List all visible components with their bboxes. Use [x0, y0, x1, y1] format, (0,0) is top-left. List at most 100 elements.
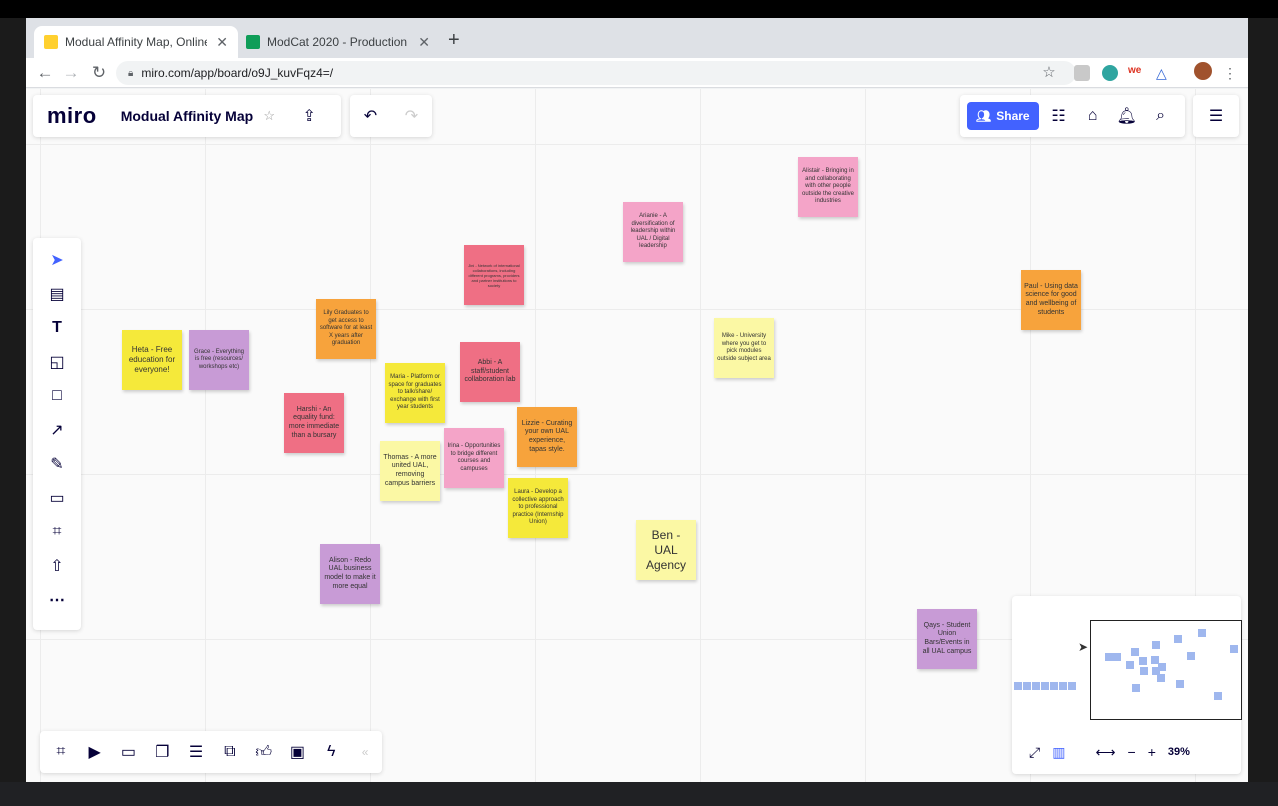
- select-icon[interactable]: ➤: [43, 246, 71, 274]
- star-icon[interactable]: ☆: [255, 102, 283, 130]
- users-icon: 👥︎: [976, 109, 992, 123]
- address-bar-row: ← → ↻ 🔒︎ miro.com/app/board/o9J_kuvFqz4=…: [26, 58, 1248, 88]
- sticky-note[interactable]: Lizzie - Curating your own UAL experienc…: [517, 407, 577, 467]
- minimap-item: [1176, 680, 1184, 688]
- bell-icon[interactable]: 🔔︎: [1113, 102, 1141, 130]
- comment-icon[interactable]: ▭: [43, 484, 71, 512]
- sticky-note[interactable]: Grace - Everything is free (resources/ w…: [189, 330, 249, 390]
- frame-icon[interactable]: ⌗: [43, 518, 71, 546]
- video-icon[interactable]: ▣: [281, 738, 315, 766]
- bookmark-star-icon[interactable]: ☆: [1038, 62, 1060, 84]
- tab-modcat-sheet[interactable]: ModCat 2020 - Production - Go ✕: [236, 26, 440, 58]
- settings-sliders-icon[interactable]: ☷: [1045, 102, 1073, 130]
- share-button[interactable]: 👥︎ Share: [967, 102, 1039, 130]
- close-tab-icon[interactable]: ✕: [216, 34, 228, 51]
- learning-cap-icon[interactable]: ⌂: [1079, 102, 1107, 130]
- zoom-controls: ⤢ ▥ ⟷ − + 39%: [1029, 739, 1190, 765]
- minimap-item: [1139, 657, 1147, 665]
- tab-title: ModCat 2020 - Production - Go: [267, 35, 409, 49]
- sticky-note[interactable]: Harshi - An equality fund: more immediat…: [284, 393, 344, 453]
- screen-top-bar: [0, 0, 1278, 18]
- minimap-item: [1152, 641, 1160, 649]
- shape-icon[interactable]: □: [43, 382, 71, 410]
- left-toolbar: ➤ ▤ T ◱ □ ↗ ✎ ▭ ⌗ ⇧ ⋯: [33, 238, 81, 630]
- browser-window: Modual Affinity Map, Online Wh ✕ ModCat …: [26, 18, 1248, 782]
- sticky-note[interactable]: Mike - University where you get to pick …: [714, 318, 774, 378]
- presentation-icon[interactable]: ▶: [78, 738, 112, 766]
- sticky-note[interactable]: Qays - Student Union Bars/Events in all …: [917, 609, 977, 669]
- text-icon[interactable]: T: [43, 314, 71, 342]
- sticky-note[interactable]: Jini - Network of international collabor…: [464, 245, 524, 305]
- back-icon[interactable]: ←: [34, 62, 56, 84]
- minimap-item: [1068, 682, 1076, 690]
- board-title[interactable]: Modual Affinity Map: [121, 108, 253, 124]
- sticky-note[interactable]: Arianie - A diversification of leadershi…: [623, 202, 683, 262]
- frames-icon[interactable]: ⌗: [44, 738, 78, 766]
- sticky-note[interactable]: Ben - UAL Agency: [636, 520, 696, 580]
- minimap-item: [1023, 682, 1031, 690]
- close-tab-icon[interactable]: ✕: [418, 34, 430, 51]
- sticky-note[interactable]: Alistair - Bringing in and collaborating…: [798, 157, 858, 217]
- minimap-item: [1032, 682, 1040, 690]
- forward-icon[interactable]: →: [60, 62, 82, 84]
- miro-canvas[interactable]: miro Modual Affinity Map ☆ ⇪ ↶ ↷ 👥︎ Share…: [26, 89, 1248, 782]
- minimap-item: [1214, 692, 1222, 700]
- collapse-icon[interactable]: «: [348, 738, 382, 766]
- list-icon[interactable]: ☰: [179, 738, 213, 766]
- sticky-note[interactable]: Abbi - A staff/student collaboration lab: [460, 342, 520, 402]
- collab-panel: 👥︎ Share ☷ ⌂ 🔔︎ ⌕: [960, 95, 1185, 137]
- avatar[interactable]: [1194, 62, 1212, 80]
- board-notes-icon[interactable]: ☰: [1202, 102, 1230, 130]
- minimap-item: [1198, 629, 1206, 637]
- lightning-icon[interactable]: ϟ: [314, 738, 348, 766]
- templates-icon[interactable]: ▤: [43, 280, 71, 308]
- minimap-item: [1157, 674, 1165, 682]
- upload-icon[interactable]: ⇧: [43, 552, 71, 580]
- sticky-note[interactable]: Irina - Opportunities to bridge differen…: [444, 428, 504, 488]
- zoom-in-icon[interactable]: +: [1148, 744, 1156, 760]
- undo-icon[interactable]: ↶: [357, 102, 385, 130]
- export-icon[interactable]: ⇪: [295, 102, 323, 130]
- pen-icon[interactable]: ✎: [43, 450, 71, 478]
- url-field[interactable]: 🔒︎ miro.com/app/board/o9J_kuvFqz4=/: [116, 61, 1076, 85]
- lock-icon: 🔒︎: [128, 67, 134, 79]
- search-icon[interactable]: ⌕: [1147, 102, 1175, 130]
- zoom-out-icon[interactable]: −: [1128, 744, 1136, 760]
- fit-width-icon[interactable]: ⟷: [1095, 744, 1115, 761]
- drive-icon[interactable]: △: [1156, 65, 1172, 81]
- more-icon[interactable]: ⋯: [43, 586, 71, 614]
- sticky-note[interactable]: Paul - Using data science for good and w…: [1021, 270, 1081, 330]
- bottom-toolbar: ⌗ ▶ ▭ ❐ ☰ ⧉ 👍︎ ▣ ϟ «: [40, 731, 382, 773]
- share-screen-icon[interactable]: ⧉: [213, 738, 247, 766]
- minimap-item: [1132, 684, 1140, 692]
- minimap-viewport[interactable]: [1090, 620, 1242, 720]
- cards-icon[interactable]: ❐: [145, 738, 179, 766]
- extension-icon[interactable]: [1074, 65, 1090, 81]
- sticky-note[interactable]: Thomas - A more united UAL, removing cam…: [380, 441, 440, 501]
- comments-icon[interactable]: ▭: [112, 738, 146, 766]
- sticky-note[interactable]: Heta - Free education for everyone!: [122, 330, 182, 390]
- new-tab-icon[interactable]: +: [448, 30, 460, 50]
- sticky-note-icon[interactable]: ◱: [43, 348, 71, 376]
- minimap-item: [1187, 652, 1195, 660]
- arrow-line-icon[interactable]: ↗: [43, 416, 71, 444]
- url-text: miro.com/app/board/o9J_kuvFqz4=/: [141, 66, 334, 80]
- minimap-item: [1140, 667, 1148, 675]
- fullscreen-icon[interactable]: ⤢: [1029, 744, 1040, 761]
- redo-icon[interactable]: ↷: [398, 102, 426, 130]
- miro-logo[interactable]: miro: [47, 103, 97, 129]
- reload-icon[interactable]: ↻: [88, 62, 110, 84]
- minimap-item: [1105, 653, 1113, 661]
- sticky-note[interactable]: Lily Graduates to get access to software…: [316, 299, 376, 359]
- tab-miro-board[interactable]: Modual Affinity Map, Online Wh ✕: [34, 26, 238, 58]
- browser-menu-icon[interactable]: ⋮: [1219, 62, 1241, 84]
- extension-icon[interactable]: [1102, 65, 1118, 81]
- sticky-note[interactable]: Alison - Redo UAL business model to make…: [320, 544, 380, 604]
- extension-icon[interactable]: we: [1128, 65, 1144, 81]
- vote-icon[interactable]: 👍︎: [247, 738, 281, 766]
- sticky-note[interactable]: Laura - Develop a collective approach to…: [508, 478, 568, 538]
- minimap-item: [1131, 648, 1139, 656]
- map-icon[interactable]: ▥: [1052, 744, 1065, 761]
- sticky-note[interactable]: Maria - Platform or space for graduates …: [385, 363, 445, 423]
- zoom-level[interactable]: 39%: [1168, 746, 1190, 758]
